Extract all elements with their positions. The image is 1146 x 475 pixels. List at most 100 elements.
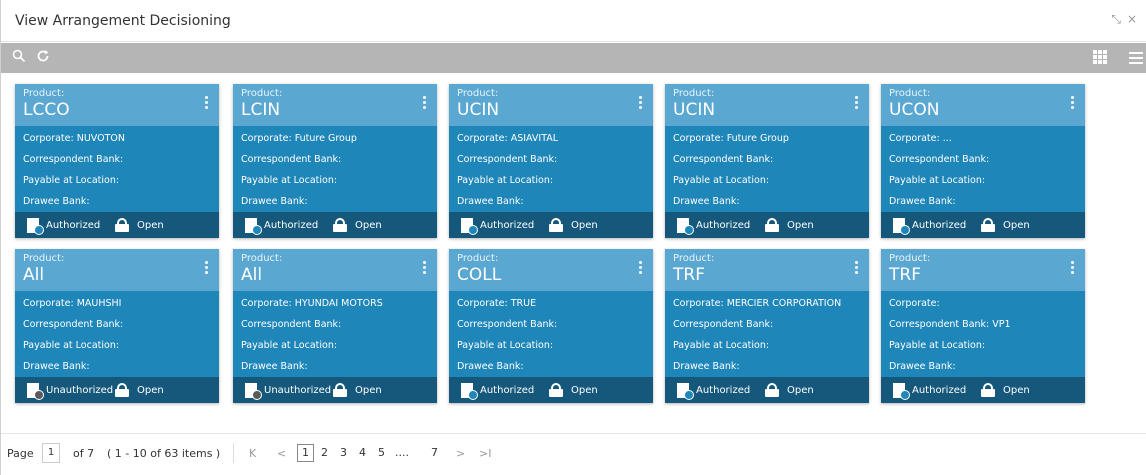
open-status: Open [765,218,814,232]
open-status: Open [115,383,164,397]
page-count: of 7 [73,447,95,460]
card-header: Product: TRF [881,249,1085,291]
kebab-menu-icon[interactable] [1071,261,1075,276]
unauthorized-document-icon [27,383,44,400]
correspondent-bank-field: Correspondent Bank: [23,154,124,165]
arrangement-card[interactable]: Product: UCIN Corporate: ASIAVITAL Correspo… [449,84,653,238]
payable-at-location-field: Payable at Location: [23,340,120,351]
corporate-field: Corporate: NUVOTON [23,133,125,144]
corporate-field: Corporate: Future Group [673,133,789,144]
unlock-icon [333,218,347,232]
refresh-icon[interactable] [33,48,53,68]
product-label: Product: [889,253,931,264]
auth-status-label: Authorized [912,220,967,231]
card-body: Corporate: Future Group Correspondent Ban… [233,126,437,216]
kebab-menu-icon[interactable] [855,96,859,111]
last-page-button[interactable]: >I [479,447,491,460]
product-value: LCIN [241,100,281,120]
arrangement-card[interactable]: Product: All Corporate: HYUNDAI MOTORS Corr… [233,249,437,403]
corporate-field: Corporate: ASIAVITAL [457,133,559,144]
product-label: Product: [241,253,283,264]
kebab-menu-icon[interactable] [423,261,427,276]
next-page-button[interactable]: > [456,447,465,460]
minimize-icon[interactable]: ⤡ [1111,12,1127,26]
page-link-3[interactable]: 3 [340,446,347,459]
open-status-label: Open [1003,384,1030,396]
kebab-menu-icon[interactable] [1071,96,1075,111]
search-icon[interactable] [9,48,29,68]
kebab-menu-icon[interactable] [639,261,643,276]
kebab-menu-icon[interactable] [205,96,209,111]
kebab-menu-icon[interactable] [855,261,859,276]
corporate-field: Corporate: ... [889,133,952,144]
arrangement-card[interactable]: Product: TRF Corporate: MERCIER CORPORATIO… [665,249,869,403]
kebab-menu-icon[interactable] [639,96,643,111]
corporate-field: Corporate: [889,298,940,309]
page-ellipsis: .... [395,446,409,459]
grid-view-icon[interactable] [1093,50,1107,64]
arrangement-card[interactable]: Product: LCIN Corporate: Future Group Corre… [233,84,437,238]
card-header: Product: LCIN [233,84,437,126]
product-value: UCIN [673,100,716,120]
card-header: Product: UCIN [449,84,653,126]
product-value: TRF [889,265,921,285]
page-link-1[interactable]: 1 [297,444,314,462]
prev-page-button[interactable]: < [277,447,286,460]
open-status: Open [549,218,598,232]
page-link-4[interactable]: 4 [359,446,366,459]
open-status-label: Open [787,384,814,396]
product-value: TRF [673,265,705,285]
card-header: Product: LCCO [15,84,219,126]
arrangement-card[interactable]: Product: TRF Corporate: Correspondent Bank:… [881,249,1085,403]
unlock-icon [549,218,563,232]
arrangement-card[interactable]: Product: COLL Corporate: TRUE Correspondent… [449,249,653,403]
open-status: Open [115,218,164,232]
product-label: Product: [23,88,65,99]
items-info: ( 1 - 10 of 63 items ) [107,447,221,460]
open-status: Open [333,218,382,232]
correspondent-bank-field: Correspondent Bank: [673,154,774,165]
payable-at-location-field: Payable at Location: [23,175,120,186]
card-footer: Authorized Open [665,377,869,403]
authorized-document-icon [893,218,910,235]
toolbar [1,43,1146,73]
open-status-label: Open [571,384,598,396]
card-body: Corporate: HYUNDAI MOTORS Correspondent B… [233,291,437,381]
open-status: Open [981,383,1030,397]
page-link-5[interactable]: 5 [378,446,385,459]
page-link-7[interactable]: 7 [431,446,438,459]
page-number-input[interactable]: 1 [42,443,60,463]
product-value: UCIN [457,100,500,120]
card-footer: Unauthorized Open [15,377,219,403]
arrangement-card[interactable]: Product: All Corporate: MAUHSHI Corresponde… [15,249,219,403]
auth-status: Authorized [27,218,100,235]
page-link-2[interactable]: 2 [321,446,328,459]
page-label: Page [7,447,34,460]
corporate-field: Corporate: TRUE [457,298,537,309]
list-view-icon[interactable] [1129,52,1143,66]
authorized-document-icon [677,218,694,235]
authorized-document-icon [677,383,694,400]
arrangement-card[interactable]: Product: UCIN Corporate: Future Group Corre… [665,84,869,238]
card-body: Corporate: Future Group Correspondent Ban… [665,126,869,216]
unlock-icon [981,218,995,232]
open-status-label: Open [355,384,382,396]
kebab-menu-icon[interactable] [423,96,427,111]
kebab-menu-icon[interactable] [205,261,209,276]
open-status-label: Open [787,219,814,231]
close-icon[interactable]: × [1127,12,1143,26]
correspondent-bank-field: Correspondent Bank: [241,319,342,330]
arrangement-card[interactable]: Product: UCON Corporate: ... Correspondent … [881,84,1085,238]
correspondent-bank-field: Correspondent Bank: VP1 [889,319,1011,330]
payable-at-location-field: Payable at Location: [457,175,554,186]
authorized-document-icon [893,383,910,400]
unlock-icon [549,383,563,397]
app-window: View Arrangement Decisioning ⤡× Product:… [0,0,1146,475]
open-status-label: Open [355,219,382,231]
auth-status: Authorized [677,383,750,400]
arrangement-card[interactable]: Product: LCCO Corporate: NUVOTON Correspond… [15,84,219,238]
first-page-button[interactable]: K [249,447,256,460]
auth-status: Authorized [461,218,534,235]
payable-at-location-field: Payable at Location: [889,175,986,186]
product-label: Product: [457,253,499,264]
